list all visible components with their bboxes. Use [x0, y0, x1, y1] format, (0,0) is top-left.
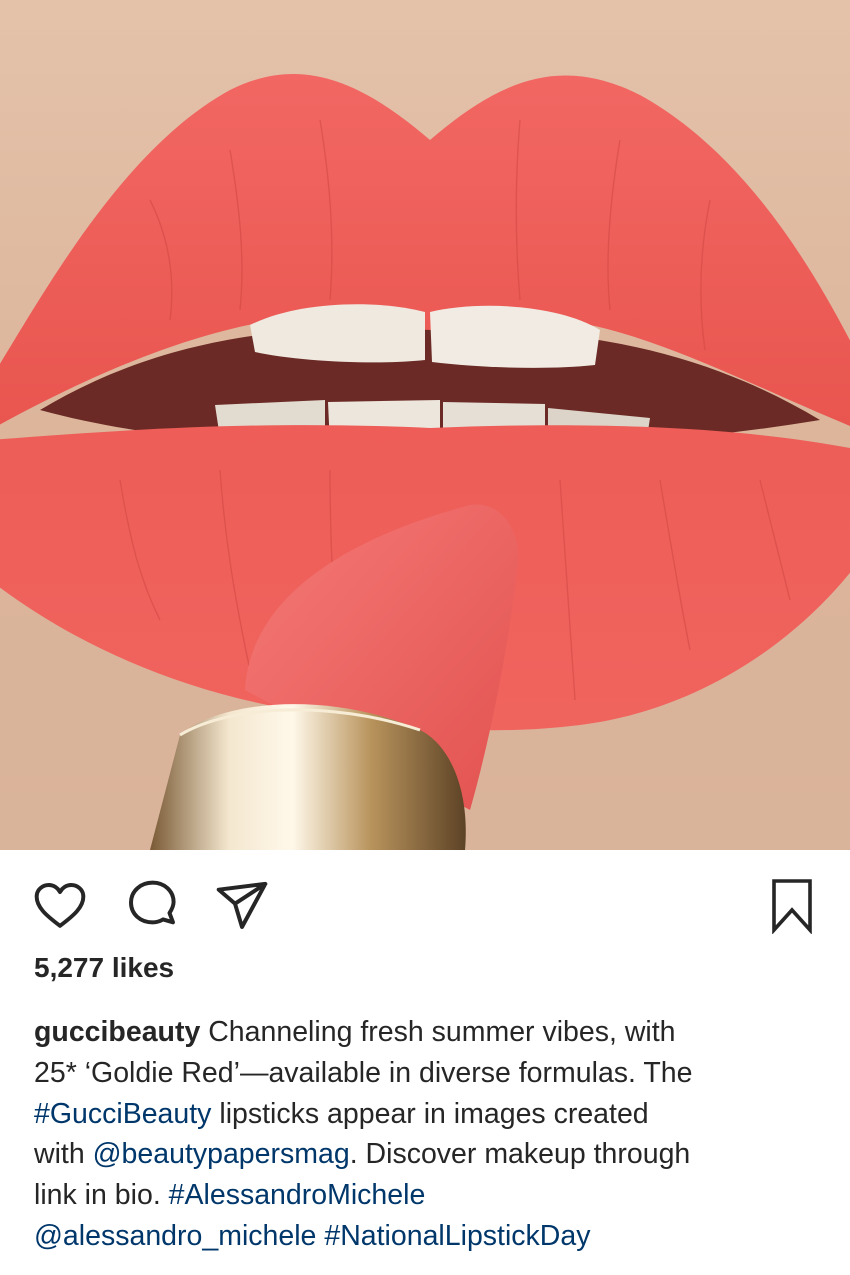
hashtag-link[interactable]: #AlessandroMichele: [169, 1179, 426, 1211]
caption-text: Channeling fresh summer vibes, with: [208, 1016, 676, 1048]
action-bar: [0, 850, 850, 950]
caption-line-6: @alessandro_michele #NationalLipstickDay: [34, 1216, 824, 1257]
mention-link[interactable]: @beautypapersmag: [93, 1138, 350, 1170]
bookmark-icon[interactable]: [766, 878, 818, 934]
caption-text: . Discover makeup through: [349, 1138, 691, 1171]
like-count[interactable]: 5,277 likes: [34, 952, 174, 984]
caption-line-2: 25* ‘Goldie Red’—available in diverse fo…: [34, 1053, 824, 1094]
caption-line-1: guccibeauty Channeling fresh summer vibe…: [34, 1012, 824, 1053]
mention-link[interactable]: @alessandro_michele: [34, 1220, 316, 1252]
lipstick-photo: [0, 0, 850, 850]
comment-icon[interactable]: [124, 878, 180, 934]
caption-text: with: [34, 1138, 85, 1171]
heart-icon[interactable]: [32, 878, 88, 934]
caption-line-3: #GucciBeauty lipsticks appear in images …: [34, 1094, 824, 1135]
paper-plane-icon[interactable]: [214, 878, 270, 934]
caption-line-4: with @beautypapersmag. Discover makeup t…: [34, 1134, 824, 1175]
username-link[interactable]: guccibeauty: [34, 1016, 200, 1048]
post-photo[interactable]: [0, 0, 850, 850]
caption-line-5: link in bio. #AlessandroMichele: [34, 1175, 824, 1216]
hashtag-link[interactable]: #NationalLipstickDay: [324, 1220, 590, 1252]
caption-text: link in bio.: [34, 1179, 161, 1212]
caption-text: 25* ‘Goldie Red’—available in diverse fo…: [34, 1056, 693, 1089]
caption-text: lipsticks appear in images created: [219, 1097, 649, 1130]
hashtag-link[interactable]: #GucciBeauty: [34, 1098, 211, 1130]
post-caption: guccibeauty Channeling fresh summer vibe…: [34, 1012, 824, 1257]
